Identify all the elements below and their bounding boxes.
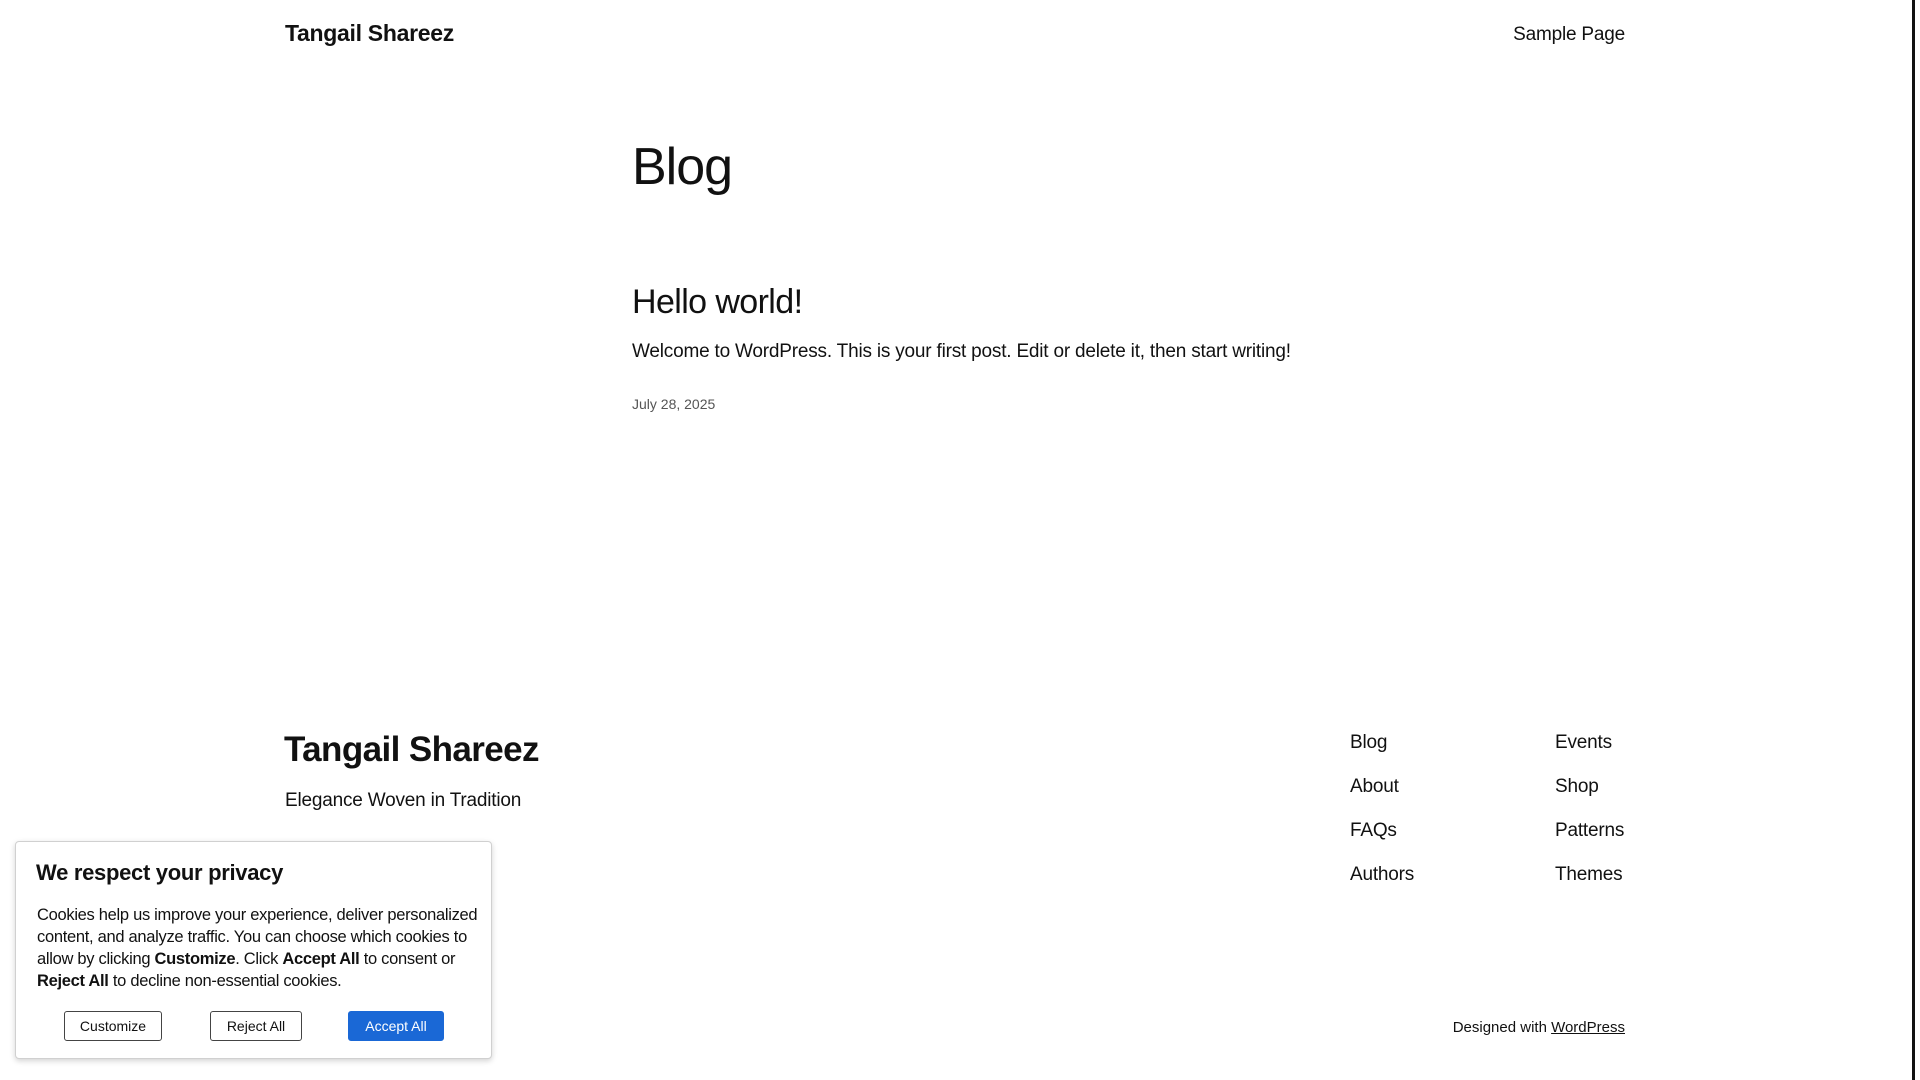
footer-link-blog[interactable]: Blog [1350,730,1500,756]
cookie-banner: We respect your privacy Cookies help us … [15,841,492,1059]
footer-tagline: Elegance Woven in Tradition [285,790,522,811]
scrollbar[interactable] [1912,0,1915,1080]
customize-button[interactable]: Customize [64,1011,162,1041]
cookie-banner-text: Cookies help us improve your experience,… [37,904,482,992]
page-title: Blog [632,138,733,196]
cookie-text-part: . Click [235,950,279,968]
accept-all-button[interactable]: Accept All [348,1011,444,1041]
footer-link-patterns[interactable]: Patterns [1555,818,1705,844]
cookie-banner-title: We respect your privacy [36,860,284,885]
wordpress-link[interactable]: WordPress [1551,1019,1625,1036]
credit-prefix: Designed with [1452,1019,1547,1036]
cookie-text-bold-reject: Reject All [37,972,109,990]
cookie-text-bold-accept: Accept All [282,950,360,968]
reject-all-button[interactable]: Reject All [210,1011,302,1041]
post-title[interactable]: Hello world! [632,282,803,322]
cookie-text-bold-customize: Customize [154,950,236,968]
post-date: July 28, 2025 [632,396,716,412]
footer-link-authors[interactable]: Authors [1350,862,1500,888]
footer-nav-column-2: Events Shop Patterns Themes [1555,730,1705,906]
post-excerpt: Welcome to WordPress. This is your first… [632,341,1291,362]
footer-link-about[interactable]: About [1350,774,1500,800]
cookie-text-part: to decline non-essential cookies. [112,972,342,990]
site-title[interactable]: Tangail Shareez [285,20,454,47]
footer-credit: Designed with WordPress [1370,1018,1625,1038]
footer-link-themes[interactable]: Themes [1555,862,1705,888]
footer-link-shop[interactable]: Shop [1555,774,1705,800]
footer-site-title[interactable]: Tangail Shareez [284,726,539,774]
cookie-text-part: to consent or [363,950,456,968]
nav-sample-page[interactable]: Sample Page [1400,24,1625,46]
footer-link-faqs[interactable]: FAQs [1350,818,1500,844]
footer-link-events[interactable]: Events [1555,730,1705,756]
footer-nav-column-1: Blog About FAQs Authors [1350,730,1500,906]
